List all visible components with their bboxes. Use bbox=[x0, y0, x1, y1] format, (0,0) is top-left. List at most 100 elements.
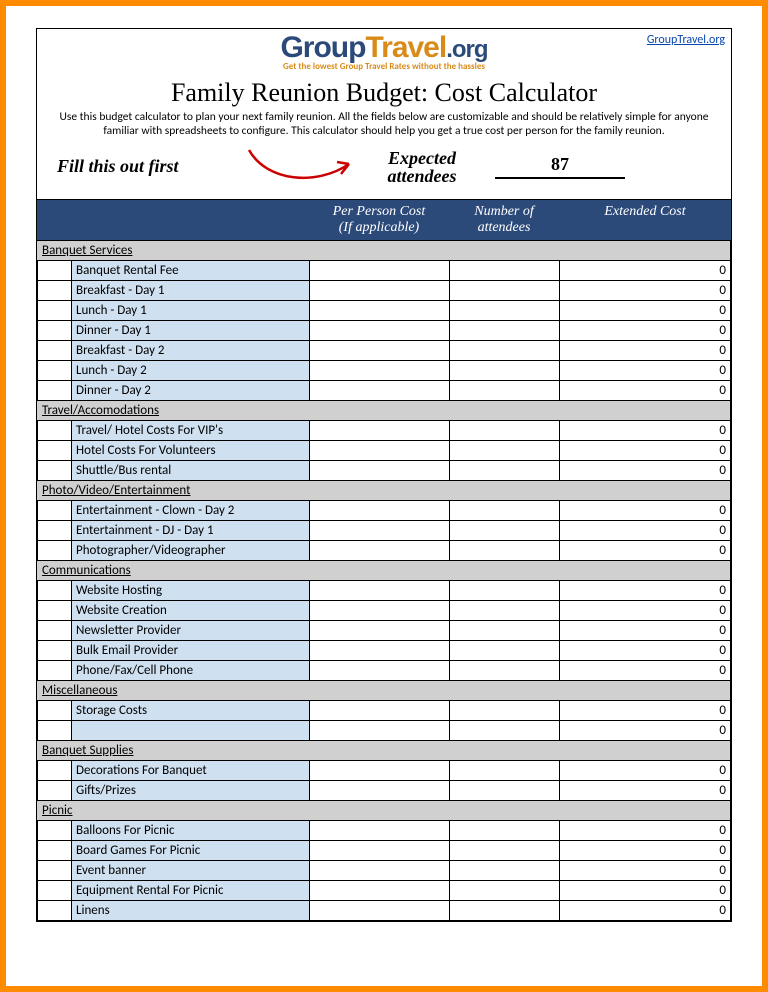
per-person-input[interactable] bbox=[310, 700, 450, 720]
per-person-input[interactable] bbox=[310, 320, 450, 340]
line-item: Event banner0 bbox=[38, 860, 731, 880]
num-attendees-input[interactable] bbox=[450, 880, 560, 900]
per-person-input[interactable] bbox=[310, 640, 450, 660]
indent-cell bbox=[38, 620, 72, 640]
per-person-input[interactable] bbox=[310, 820, 450, 840]
num-attendees-input[interactable] bbox=[450, 780, 560, 800]
line-item: Lunch - Day 10 bbox=[38, 300, 731, 320]
per-person-input[interactable] bbox=[310, 340, 450, 360]
per-person-input[interactable] bbox=[310, 440, 450, 460]
item-label: Equipment Rental For Picnic bbox=[72, 880, 310, 900]
per-person-input[interactable] bbox=[310, 760, 450, 780]
num-attendees-input[interactable] bbox=[450, 720, 560, 740]
line-item: Gifts/Prizes0 bbox=[38, 780, 731, 800]
num-attendees-input[interactable] bbox=[450, 900, 560, 920]
num-attendees-input[interactable] bbox=[450, 380, 560, 400]
section-header: Communications bbox=[38, 560, 731, 580]
indent-cell bbox=[38, 420, 72, 440]
per-person-input[interactable] bbox=[310, 840, 450, 860]
extended-cost: 0 bbox=[560, 460, 731, 480]
line-item: Shuttle/Bus rental0 bbox=[38, 460, 731, 480]
num-attendees-input[interactable] bbox=[450, 320, 560, 340]
item-label: Newsletter Provider bbox=[72, 620, 310, 640]
num-attendees-input[interactable] bbox=[450, 260, 560, 280]
per-person-input[interactable] bbox=[310, 780, 450, 800]
indent-cell bbox=[38, 860, 72, 880]
line-item: Decorations For Banquet0 bbox=[38, 760, 731, 780]
item-label: Travel/ Hotel Costs For VIP's bbox=[72, 420, 310, 440]
line-item: Photographer/Videographer0 bbox=[38, 540, 731, 560]
num-attendees-input[interactable] bbox=[450, 700, 560, 720]
num-attendees-input[interactable] bbox=[450, 760, 560, 780]
per-person-input[interactable] bbox=[310, 600, 450, 620]
page-title: Family Reunion Budget: Cost Calculator bbox=[37, 72, 731, 110]
line-item: Breakfast - Day 10 bbox=[38, 280, 731, 300]
per-person-input[interactable] bbox=[310, 420, 450, 440]
num-attendees-input[interactable] bbox=[450, 640, 560, 660]
per-person-input[interactable] bbox=[310, 460, 450, 480]
num-attendees-input[interactable] bbox=[450, 840, 560, 860]
num-attendees-input[interactable] bbox=[450, 420, 560, 440]
num-attendees-input[interactable] bbox=[450, 600, 560, 620]
line-item: Dinner - Day 20 bbox=[38, 380, 731, 400]
num-attendees-input[interactable] bbox=[450, 620, 560, 640]
num-attendees-input[interactable] bbox=[450, 340, 560, 360]
per-person-input[interactable] bbox=[310, 580, 450, 600]
num-attendees-input[interactable] bbox=[450, 820, 560, 840]
indent-cell bbox=[38, 700, 72, 720]
tagline: Get the lowest Group Travel Rates withou… bbox=[43, 61, 725, 72]
item-label: Breakfast - Day 2 bbox=[72, 340, 310, 360]
per-person-input[interactable] bbox=[310, 360, 450, 380]
num-attendees-input[interactable] bbox=[450, 300, 560, 320]
per-person-input[interactable] bbox=[310, 260, 450, 280]
per-person-input[interactable] bbox=[310, 860, 450, 880]
per-person-input[interactable] bbox=[310, 540, 450, 560]
extended-cost: 0 bbox=[560, 580, 731, 600]
indent-cell bbox=[38, 440, 72, 460]
line-item: Storage Costs0 bbox=[38, 700, 731, 720]
num-attendees-input[interactable] bbox=[450, 500, 560, 520]
num-attendees-input[interactable] bbox=[450, 360, 560, 380]
num-attendees-input[interactable] bbox=[450, 460, 560, 480]
num-attendees-input[interactable] bbox=[450, 520, 560, 540]
num-attendees-input[interactable] bbox=[450, 660, 560, 680]
item-label: Dinner - Day 2 bbox=[72, 380, 310, 400]
col-num-attendees: Number ofattendees bbox=[449, 200, 559, 240]
extended-cost: 0 bbox=[560, 340, 731, 360]
section-header: Photo/Video/Entertainment bbox=[38, 480, 731, 500]
col-extended: Extended Cost bbox=[559, 200, 731, 240]
num-attendees-input[interactable] bbox=[450, 280, 560, 300]
num-attendees-input[interactable] bbox=[450, 580, 560, 600]
per-person-input[interactable] bbox=[310, 500, 450, 520]
extended-cost: 0 bbox=[560, 880, 731, 900]
line-item: Travel/ Hotel Costs For VIP's0 bbox=[38, 420, 731, 440]
line-item: Breakfast - Day 2 0 bbox=[38, 340, 731, 360]
per-person-input[interactable] bbox=[310, 380, 450, 400]
num-attendees-input[interactable] bbox=[450, 540, 560, 560]
per-person-input[interactable] bbox=[310, 280, 450, 300]
attendees-input[interactable]: 87 bbox=[495, 154, 625, 179]
header: GroupTravel.org GroupTravel.org Get the … bbox=[37, 29, 731, 72]
extended-cost: 0 bbox=[560, 700, 731, 720]
indent-cell bbox=[38, 380, 72, 400]
per-person-input[interactable] bbox=[310, 900, 450, 920]
per-person-input[interactable] bbox=[310, 720, 450, 740]
indent-cell bbox=[38, 280, 72, 300]
num-attendees-input[interactable] bbox=[450, 440, 560, 460]
indent-cell bbox=[38, 780, 72, 800]
section-header: Miscellaneous bbox=[38, 680, 731, 700]
per-person-input[interactable] bbox=[310, 300, 450, 320]
per-person-input[interactable] bbox=[310, 880, 450, 900]
per-person-input[interactable] bbox=[310, 660, 450, 680]
num-attendees-input[interactable] bbox=[450, 860, 560, 880]
instructions: Use this budget calculator to plan your … bbox=[37, 110, 731, 143]
indent-cell bbox=[38, 720, 72, 740]
per-person-input[interactable] bbox=[310, 520, 450, 540]
indent-cell bbox=[38, 500, 72, 520]
site-link[interactable]: GroupTravel.org bbox=[647, 33, 725, 47]
indent-cell bbox=[38, 660, 72, 680]
arrow-icon bbox=[237, 144, 367, 190]
per-person-input[interactable] bbox=[310, 620, 450, 640]
extended-cost: 0 bbox=[560, 500, 731, 520]
logo-part2: Travel bbox=[365, 31, 446, 64]
